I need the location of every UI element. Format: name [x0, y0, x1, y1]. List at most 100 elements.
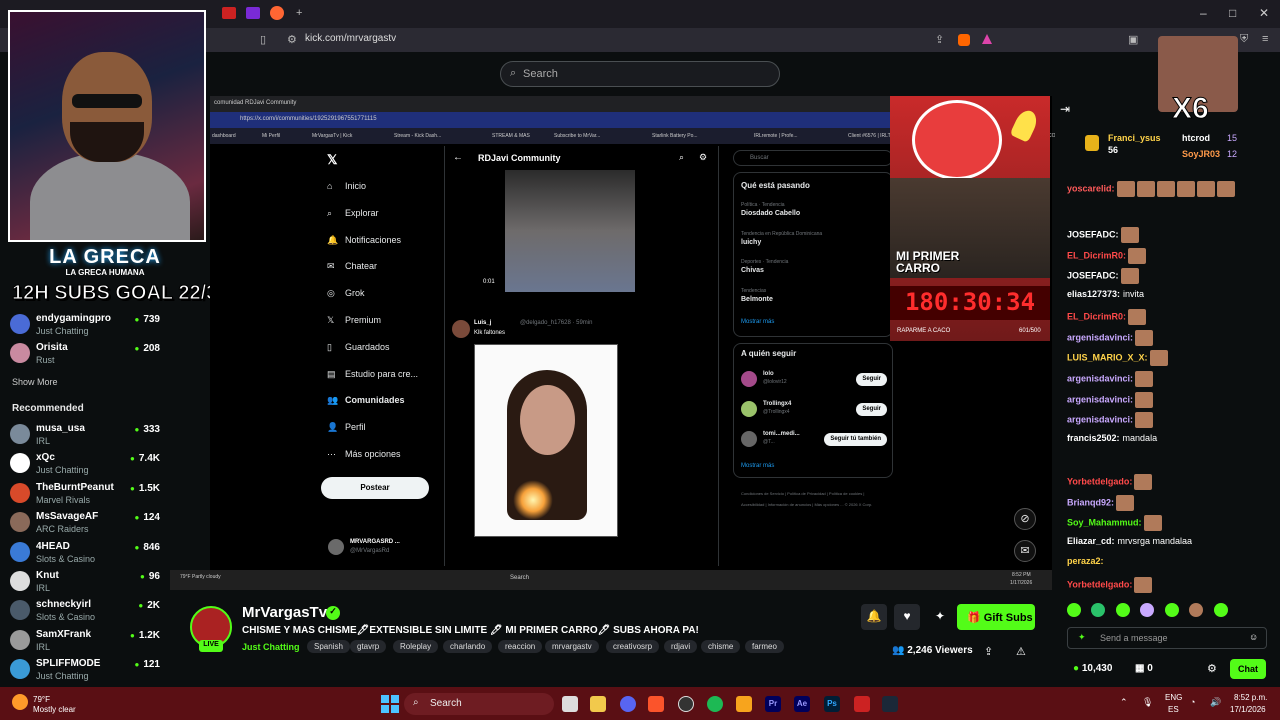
chat-message[interactable]: Brianqd92: — [1067, 495, 1135, 511]
premiere-icon[interactable]: Pr — [765, 696, 781, 712]
x-grok-icon[interactable]: ⊘ — [1014, 508, 1036, 530]
chat-username[interactable]: francis2502: — [1067, 433, 1120, 443]
emote-6-icon[interactable] — [1189, 603, 1204, 617]
chat-username[interactable]: yoscarelid: — [1067, 183, 1115, 193]
chat-message[interactable]: francis2502: mandala — [1067, 433, 1157, 443]
spotify-icon[interactable] — [707, 696, 723, 712]
stream-tag[interactable]: mrvargastv — [545, 640, 599, 653]
x-nav-item[interactable]: ⌂ Inicio — [327, 181, 366, 191]
streamer-name[interactable]: MrVargasTv — [242, 604, 327, 621]
sidebar-channel[interactable]: schneckyirlSlots & Casino 2K — [10, 598, 160, 626]
post-video[interactable] — [505, 170, 635, 292]
chat-username[interactable]: EL_DicrimR0: — [1067, 250, 1126, 260]
sidebar-channel[interactable]: Knut IRL 96 — [10, 569, 160, 597]
chat-username[interactable]: JOSEFADC: — [1067, 229, 1119, 239]
show-more-link[interactable]: Show More — [12, 377, 58, 387]
x-nav-item[interactable]: 👤 Perfil — [327, 422, 366, 433]
x-nav-item[interactable]: ◎ Grok — [327, 288, 365, 299]
stream-tag[interactable]: farmeo — [745, 640, 784, 653]
chat-message[interactable]: argenisdavinci: — [1067, 412, 1154, 428]
back-arrow-icon[interactable]: ← — [453, 152, 463, 163]
wifi-icon[interactable]: ◔ — [1190, 697, 1195, 707]
brave-icon[interactable] — [648, 696, 664, 712]
emote-bar[interactable] — [1067, 603, 1267, 619]
chat-username[interactable]: LUIS_MARIO_X_X: — [1067, 352, 1148, 362]
chat-username[interactable]: peraza2: — [1067, 556, 1104, 566]
tab-icon-firefox[interactable] — [270, 6, 284, 20]
notification-bell-icon[interactable]: 🔔 — [861, 604, 887, 630]
emote-1-icon[interactable] — [1067, 603, 1081, 617]
top-gifter-2[interactable]: htcrod — [1182, 133, 1210, 143]
follow-avatar[interactable] — [741, 431, 757, 447]
trend-name[interactable]: luichy — [741, 239, 761, 246]
photoshop-icon[interactable]: Ps — [824, 696, 840, 712]
sidebar-channel[interactable]: xQcJust Chatting 7.4K — [10, 451, 160, 479]
sidebar-channel[interactable]: endygamingpro Just Chatting 739 — [10, 312, 160, 340]
chat-message[interactable]: Yorbetdelgado: — [1067, 474, 1153, 490]
language-indicator[interactable]: ENG — [1165, 693, 1182, 702]
trend-name[interactable]: Chivas — [741, 267, 764, 274]
clock-date[interactable]: 17/1/2026 — [1230, 705, 1266, 714]
follow-show-more[interactable]: Mostrar más — [741, 463, 774, 469]
volume-icon[interactable]: 🔊 — [1210, 697, 1221, 708]
maximize-icon[interactable]: □ — [1229, 6, 1236, 20]
x-nav-item[interactable]: 🔔 Notificaciones — [327, 235, 401, 246]
chat-message[interactable]: Soy_Mahammud: — [1067, 515, 1162, 531]
sidebar-channel[interactable]: OrisitaRust 208 — [10, 341, 160, 369]
emoji-picker-icon[interactable]: ☺ — [1249, 632, 1258, 642]
follow-avatar[interactable] — [741, 401, 757, 417]
vpn-icon[interactable]: ⛨ — [1240, 33, 1248, 46]
chat-username[interactable]: JOSEFADC: — [1067, 270, 1119, 280]
x-nav-item[interactable]: ▤ Estudio para cre... — [327, 369, 418, 380]
emote-2-icon[interactable] — [1091, 603, 1106, 617]
follow-button[interactable]: Seguir tú también — [824, 433, 887, 446]
chat-username[interactable]: argenisdavinci: — [1067, 373, 1133, 383]
chat-message[interactable]: Yorbetdelgado: — [1067, 577, 1153, 593]
windows-start-icon[interactable] — [381, 695, 399, 713]
share-icon[interactable]: ⇪ — [935, 33, 944, 46]
stream-tag[interactable]: Spanish — [307, 640, 350, 653]
stream-tag[interactable]: Roleplay — [393, 640, 439, 653]
weather-desc[interactable]: Mostly clear — [33, 705, 76, 714]
chat-username[interactable]: Yorbetdelgado: — [1067, 579, 1132, 589]
after-effects-icon[interactable]: Ae — [794, 696, 810, 712]
clock-time[interactable]: 8:52 p.m. — [1234, 693, 1267, 702]
chat-message[interactable]: argenisdavinci: — [1067, 330, 1154, 346]
chat-message[interactable]: yoscarelid: — [1067, 181, 1235, 197]
x-nav-item[interactable]: ⌕ Explorar — [327, 208, 379, 219]
x-nav-item[interactable]: ⋯ Más opciones — [327, 449, 401, 460]
obs-icon[interactable] — [678, 696, 694, 712]
stream-tag[interactable]: gtavrp — [350, 640, 387, 653]
report-icon[interactable]: ⚠ — [1016, 645, 1026, 658]
taskbar-search[interactable]: ⌕ Search — [404, 693, 554, 715]
bookmark-icon[interactable]: ▯ — [260, 33, 266, 46]
follow-avatar[interactable] — [741, 371, 757, 387]
stream-tag[interactable]: rdjavi — [664, 640, 698, 653]
sidebar-channel[interactable]: 4HEADSlots & Casino 846 — [10, 540, 160, 568]
follow-name[interactable]: Trollingx4 — [763, 401, 791, 407]
collapse-chat-icon[interactable]: ⇥ — [1060, 102, 1070, 116]
weather-temp[interactable]: 79°F — [33, 695, 50, 704]
x-nav-item[interactable]: ▯ Guardados — [327, 342, 390, 353]
tab-icon-netflix[interactable] — [222, 7, 236, 19]
follow-name[interactable]: tomi...medi... — [763, 431, 800, 437]
vlc-icon[interactable] — [736, 696, 752, 712]
sidebar-channel[interactable]: musa_usa IRL 333 — [10, 422, 160, 450]
file-explorer-icon[interactable] — [590, 696, 606, 712]
discord-icon[interactable] — [620, 696, 636, 712]
chat-username[interactable]: Eliazar_cd: — [1067, 536, 1115, 546]
clip-icon[interactable]: ✦ — [927, 604, 953, 630]
steam-icon[interactable] — [882, 696, 898, 712]
chat-message[interactable]: argenisdavinci: — [1067, 392, 1154, 408]
trend-name[interactable]: Diosdado Cabello — [741, 210, 800, 217]
stream-category[interactable]: Just Chatting — [242, 642, 300, 652]
sidebar-channel[interactable]: MsSavageAFARC Raiders 124 — [10, 510, 160, 538]
x-nav-item[interactable]: 𝕏 Premium — [327, 315, 381, 326]
follow-button[interactable]: Seguir — [856, 403, 887, 416]
follow-heart-icon[interactable]: ♥ — [894, 604, 920, 630]
channel-points[interactable]: ● 10,430 — [1073, 663, 1112, 674]
kick-emote-icon[interactable]: ✦ — [1078, 632, 1086, 643]
chat-message[interactable]: peraza2: — [1067, 556, 1104, 566]
stream-tag[interactable]: chisme — [701, 640, 741, 653]
emote-4-icon[interactable] — [1140, 603, 1155, 617]
